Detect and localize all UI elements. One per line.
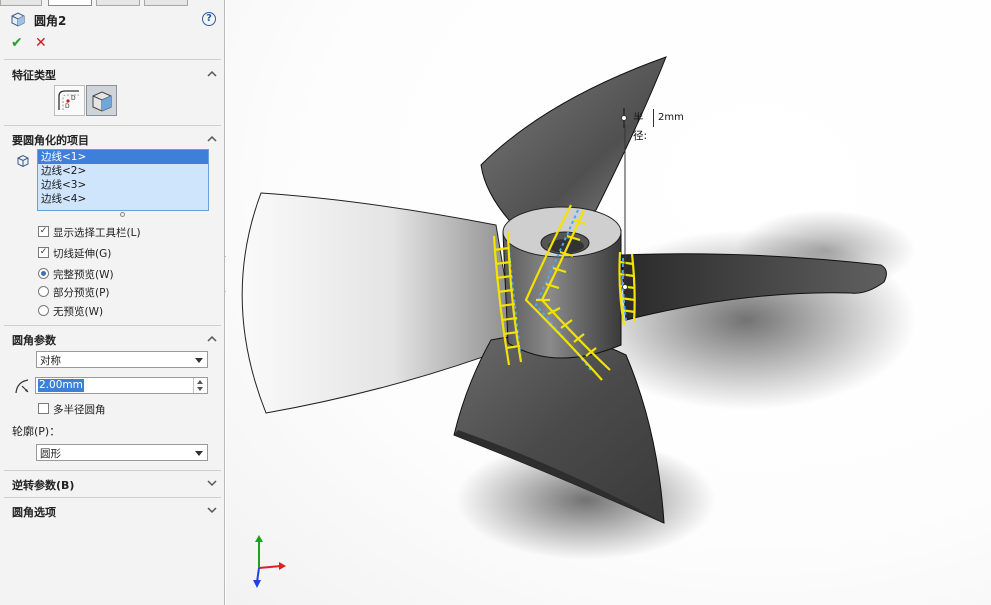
manager-tabs <box>0 0 225 6</box>
section-divider <box>4 325 221 326</box>
edge-selection-list[interactable]: 边线<1> 边线<2> 边线<3> 边线<4> <box>37 149 209 211</box>
constant-size-fillet-button[interactable]: D D <box>54 85 85 116</box>
section-items-title[interactable]: 要圆角化的项目 <box>12 132 89 148</box>
section-divider <box>4 125 221 126</box>
no-preview-label: 无预览(W) <box>53 306 104 318</box>
profile-label: 轮廓(P)： <box>12 425 61 438</box>
fillet-method-value: 对称 <box>40 355 61 367</box>
tab-feature-manager[interactable] <box>0 0 42 6</box>
tangent-propagation-label: 切线延伸(G) <box>53 248 112 260</box>
show-selection-toolbar-label: 显示选择工具栏(L) <box>53 227 141 239</box>
x-axis <box>258 565 282 569</box>
full-preview-radio[interactable] <box>38 268 49 279</box>
spin-up-icon[interactable] <box>197 380 203 384</box>
section-fillet-params-title[interactable]: 圆角参数 <box>12 332 56 348</box>
fillet-feature-icon <box>11 12 25 27</box>
chevron-up-icon[interactable] <box>207 134 217 144</box>
constant-fillet-icon: D D <box>58 90 79 110</box>
callout-anchor <box>622 284 628 290</box>
list-resize-handle[interactable] <box>120 212 125 217</box>
panel-header: 圆角2 ? <box>10 11 220 29</box>
chevron-up-icon[interactable] <box>207 69 217 79</box>
section-setback-title[interactable]: 逆转参数(B) <box>12 477 74 493</box>
edge-selection-icon <box>17 154 29 168</box>
x-axis-arrow-icon <box>279 562 286 570</box>
multi-radius-checkbox[interactable] <box>38 403 49 414</box>
section-divider <box>4 497 221 498</box>
chevron-up-icon[interactable] <box>207 334 217 344</box>
tab-property-manager[interactable] <box>48 0 92 6</box>
dropdown-arrow-icon <box>195 358 203 363</box>
panel-title: 圆角2 <box>34 14 67 28</box>
fillet-method-dropdown[interactable]: 对称 <box>36 351 208 368</box>
face-fillet-button[interactable] <box>86 85 117 116</box>
partial-preview-radio[interactable] <box>38 286 49 297</box>
radius-value: 2.00mm <box>38 379 84 392</box>
radius-input[interactable]: 2.00mm <box>35 377 208 394</box>
ok-button[interactable]: ✔ <box>11 35 23 51</box>
chevron-down-icon[interactable] <box>207 478 217 488</box>
list-item[interactable]: 边线<1> <box>38 150 208 164</box>
profile-dropdown[interactable]: 圆形 <box>36 444 208 461</box>
callout-value[interactable]: 2mm <box>658 109 688 127</box>
full-preview-label: 完整预览(W) <box>53 269 114 281</box>
y-axis-arrow-icon <box>255 535 263 542</box>
list-item[interactable]: 边线<3> <box>38 178 208 192</box>
z-axis-arrow-icon <box>253 580 261 588</box>
no-preview-radio[interactable] <box>38 305 49 316</box>
z-axis <box>256 567 260 583</box>
section-divider <box>4 59 221 60</box>
multi-radius-label: 多半径圆角 <box>53 404 106 416</box>
section-feature-type-title[interactable]: 特征类型 <box>12 67 56 83</box>
coordinate-triad <box>253 535 286 588</box>
radius-icon <box>15 379 29 394</box>
svg-text:D: D <box>71 95 76 102</box>
graphics-area[interactable]: 半径: 2mm <box>226 0 991 605</box>
propeller-model[interactable] <box>226 0 991 605</box>
spin-down-icon[interactable] <box>197 387 203 391</box>
list-item[interactable]: 边线<4> <box>38 192 208 206</box>
radius-callout[interactable]: 半径: 2mm <box>621 108 684 142</box>
partial-preview-label: 部分预览(P) <box>53 287 110 299</box>
section-divider <box>4 470 221 471</box>
cancel-button[interactable]: ✕ <box>35 35 47 51</box>
section-fillet-options-title[interactable]: 圆角选项 <box>12 504 56 520</box>
callout-label: 半径: <box>624 109 654 142</box>
show-selection-toolbar-checkbox[interactable]: ✓ <box>38 226 49 237</box>
tab-configuration-manager[interactable] <box>96 0 140 6</box>
profile-value: 圆形 <box>40 448 61 460</box>
tab-dimxpert-manager[interactable] <box>144 0 188 6</box>
radius-spinner[interactable] <box>193 378 207 393</box>
tangent-propagation-checkbox[interactable]: ✓ <box>38 247 49 258</box>
help-icon[interactable]: ? <box>202 12 216 26</box>
chevron-down-icon[interactable] <box>207 505 217 515</box>
property-manager: 圆角2 ? ✔ ✕ 特征类型 D D 要圆角化的项目 边线<1> 边线<2> 边… <box>0 0 225 605</box>
face-fillet-icon <box>92 91 112 112</box>
list-item[interactable]: 边线<2> <box>38 164 208 178</box>
dropdown-arrow-icon <box>195 451 203 456</box>
svg-text:D: D <box>65 103 70 110</box>
